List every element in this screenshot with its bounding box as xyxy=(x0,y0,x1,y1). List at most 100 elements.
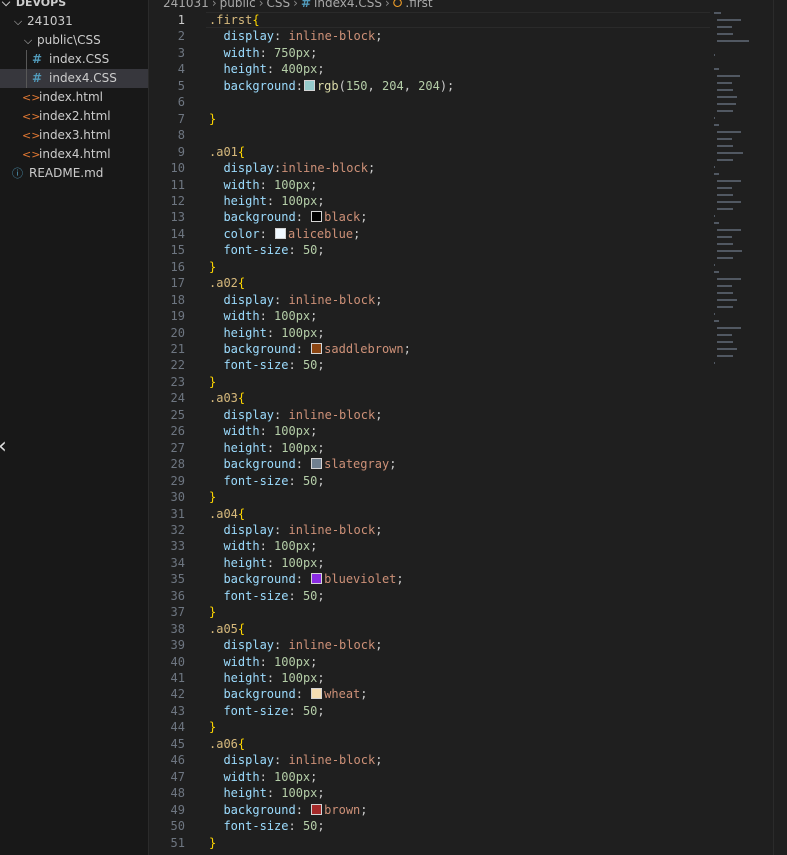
code-token: 50 xyxy=(302,243,318,258)
code-line[interactable]: 46 display: inline-block; xyxy=(150,752,710,768)
code-token: ; xyxy=(317,358,325,373)
color-swatch[interactable] xyxy=(311,688,323,700)
chevron-right-icon: › xyxy=(384,0,390,10)
code-line[interactable]: 48 height: 100px; xyxy=(150,785,710,801)
code-line[interactable]: 19 width: 100px; xyxy=(150,308,710,324)
code-line[interactable]: 33 width: 100px; xyxy=(150,538,710,554)
code-token: : xyxy=(295,572,311,587)
color-swatch[interactable] xyxy=(311,803,323,815)
code-line[interactable]: 22 font-size: 50; xyxy=(150,357,710,373)
tree-item[interactable]: <>index3.html xyxy=(0,126,148,145)
code-line[interactable]: 5 background: rgb(150, 204, 204); xyxy=(150,78,710,94)
color-swatch[interactable] xyxy=(275,227,287,239)
code-line[interactable]: 43 font-size: 50; xyxy=(150,703,710,719)
breadcrumb-file[interactable]: index4.CSS xyxy=(314,0,382,10)
code-token: : xyxy=(288,703,303,718)
tree-item[interactable]: <>index4.html xyxy=(0,145,148,164)
code-line[interactable]: 25 display: inline-block; xyxy=(150,407,710,423)
code-line[interactable]: 12 height: 100px; xyxy=(150,193,710,209)
code-token: : xyxy=(259,539,275,554)
chevron-left-icon[interactable]: ‹ xyxy=(0,434,7,459)
code-line[interactable]: 15 font-size: 50; xyxy=(150,242,710,258)
code-line[interactable]: 51} xyxy=(150,835,710,851)
tree-item[interactable]: <>index2.html xyxy=(0,107,148,126)
minimap[interactable] xyxy=(714,12,762,372)
code-editor[interactable]: 1 .first{2 display: inline-block; 3 width:… xyxy=(150,12,710,855)
code-token: display xyxy=(223,638,275,653)
tree-item[interactable]: # index4.CSS xyxy=(0,69,148,88)
code-line[interactable]: 49 background: brown; xyxy=(150,802,710,818)
code-token: background xyxy=(223,210,296,225)
code-line[interactable]: 28 background: slategray; xyxy=(150,456,710,472)
line-number: 30 xyxy=(170,490,185,505)
code-line[interactable]: 36 font-size: 50; xyxy=(150,588,710,604)
color-swatch[interactable] xyxy=(303,79,315,91)
code-line[interactable]: 26 width: 100px; xyxy=(150,423,710,439)
code-line[interactable]: 11 width: 100px; xyxy=(150,177,710,193)
code-line[interactable]: 16} xyxy=(150,259,710,275)
code-line[interactable]: 42 background: wheat; xyxy=(150,686,710,702)
code-line[interactable]: 50 font-size: 50; xyxy=(150,818,710,834)
code-line[interactable]: 32 display: inline-block; xyxy=(150,522,710,538)
breadcrumb-symbol[interactable]: .first xyxy=(405,0,432,10)
code-token: background xyxy=(223,687,296,702)
code-line[interactable]: 40 width: 100px; xyxy=(150,654,710,670)
code-line[interactable]: 24 .a03{ xyxy=(150,390,710,406)
tree-item[interactable]: ⌵ public\CSS xyxy=(0,31,148,50)
color-swatch[interactable] xyxy=(311,211,323,223)
breadcrumb-item[interactable]: public xyxy=(220,0,256,10)
color-swatch[interactable] xyxy=(311,458,323,470)
code-token: width xyxy=(223,309,260,324)
vertical-scrollbar[interactable] xyxy=(773,0,787,855)
code-line[interactable]: 35 background: blueviolet; xyxy=(150,571,710,587)
code-line[interactable]: 47 width: 100px; xyxy=(150,769,710,785)
code-line[interactable]: 38 .a05{ xyxy=(150,621,710,637)
code-token: { xyxy=(252,13,260,27)
code-line[interactable]: 13 background: black; xyxy=(150,209,710,225)
explorer-sidebar: ⌵ DEVOPS ⌵ 241031 ⌵ public\CSS # index.CSS # in… xyxy=(0,0,149,855)
code-line[interactable]: 9 .a01{ xyxy=(150,144,710,160)
code-line[interactable]: 44} xyxy=(150,719,710,735)
code-line[interactable]: 45 .a06{ xyxy=(150,736,710,752)
code-line[interactable]: 31 .a04{ xyxy=(150,506,710,522)
code-line[interactable]: 17 .a02{ xyxy=(150,275,710,291)
code-line[interactable]: 3 width: 750px; xyxy=(150,45,710,61)
breadcrumb-item[interactable]: CSS xyxy=(267,0,291,10)
code-line[interactable]: 1 .first{ xyxy=(150,12,710,28)
code-line[interactable]: 34 height: 100px; xyxy=(150,555,710,571)
code-token: 100px xyxy=(274,769,311,784)
code-line[interactable]: 7} xyxy=(150,111,710,127)
code-line[interactable]: 2 display: inline-block; xyxy=(150,28,710,44)
code-line[interactable]: 23} xyxy=(150,374,710,390)
tree-item[interactable]: ⓘ README.md xyxy=(0,164,148,183)
minimap-line xyxy=(717,348,737,350)
code-line[interactable]: 8 xyxy=(150,127,710,143)
tree-item[interactable]: <>index.html xyxy=(0,88,148,107)
code-line[interactable]: 27 height: 100px; xyxy=(150,440,710,456)
code-token: .a03 xyxy=(209,391,238,406)
tree-item[interactable]: # index.CSS xyxy=(0,50,148,69)
color-swatch[interactable] xyxy=(311,343,323,354)
code-line[interactable]: 20 height: 100px; xyxy=(150,325,710,341)
code-line[interactable]: 14 color: aliceblue; xyxy=(150,226,710,242)
line-number: 47 xyxy=(170,769,185,784)
code-line[interactable]: 39 display: inline-block; xyxy=(150,637,710,653)
code-line[interactable]: 21 background: saddlebrown; xyxy=(150,341,710,357)
explorer-section-header[interactable]: ⌵ DEVOPS xyxy=(0,0,148,12)
code-line[interactable]: 10 display:inline-block; xyxy=(150,160,710,176)
code-line[interactable]: 6 xyxy=(150,94,710,110)
code-line[interactable]: 30} xyxy=(150,489,710,505)
code-text: } xyxy=(209,374,216,390)
code-token: display xyxy=(223,292,275,307)
code-line[interactable]: 4 height: 400px; xyxy=(150,61,710,77)
code-line[interactable]: 18 display: inline-block; xyxy=(150,292,710,308)
code-token: : xyxy=(259,309,275,324)
breadcrumb-item[interactable]: 241031 xyxy=(163,0,209,10)
code-line[interactable]: 41 height: 100px; xyxy=(150,670,710,686)
code-line[interactable]: 37} xyxy=(150,604,710,620)
color-swatch[interactable] xyxy=(311,573,323,585)
tree-item[interactable]: ⌵ 241031 xyxy=(0,12,148,31)
minimap-line xyxy=(717,33,733,35)
code-line[interactable]: 29 font-size: 50; xyxy=(150,473,710,489)
code-token: display xyxy=(223,522,275,537)
